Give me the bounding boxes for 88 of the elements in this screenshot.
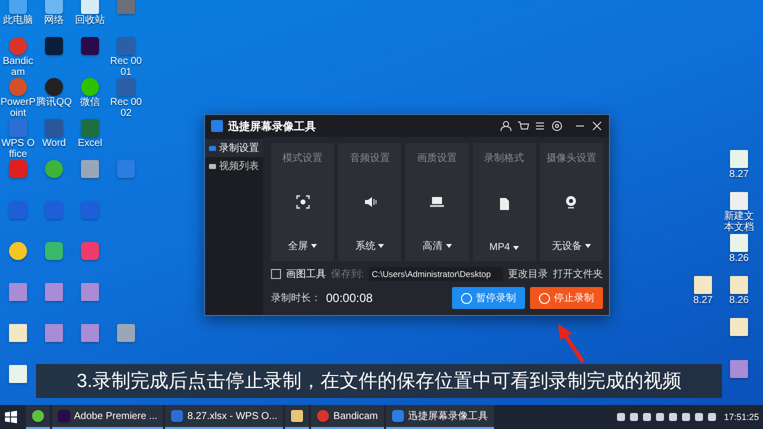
path-field[interactable]: C:\Users\Administrator\Desktop	[368, 267, 503, 281]
duration-label: 录制时长：	[271, 292, 321, 305]
file-icon[interactable]	[81, 283, 99, 301]
taskbar-item[interactable]	[26, 405, 50, 429]
sidebar-item[interactable]: 视频列表	[205, 157, 263, 175]
taskbar-item[interactable]: Adobe Premiere ...	[52, 405, 164, 429]
file-icon[interactable]	[730, 192, 748, 210]
icon-label[interactable]: 8.26	[721, 296, 757, 306]
open-folder-link[interactable]: 打开文件夹	[553, 267, 603, 281]
taskbar-item[interactable]	[285, 405, 310, 429]
icon-label[interactable]: 腾讯QQ	[36, 98, 72, 108]
icon-label[interactable]: 回收站	[72, 16, 108, 26]
setting-dropdown[interactable]: 系统	[355, 239, 384, 253]
file-icon[interactable]	[730, 276, 748, 294]
user-icon[interactable]	[500, 120, 512, 132]
icon-label[interactable]: Rec 0001	[108, 57, 144, 78]
caret-icon	[512, 246, 519, 250]
icon-label[interactable]: 8.27	[685, 296, 721, 306]
close-icon[interactable]	[591, 120, 603, 132]
icon-label[interactable]: 8.26	[721, 254, 757, 264]
icon-label[interactable]: 此电脑	[0, 16, 36, 26]
app-icon[interactable]	[32, 410, 44, 422]
app-icon[interactable]	[317, 410, 330, 422]
folder-icon[interactable]	[291, 410, 304, 422]
icon-label[interactable]: 新建文本文档	[721, 212, 757, 233]
file-icon[interactable]	[9, 283, 27, 301]
app-icon[interactable]	[392, 410, 404, 422]
file-icon[interactable]	[730, 234, 748, 252]
laptop-icon	[429, 194, 445, 210]
icon-label[interactable]: Bandicam	[0, 57, 36, 78]
checkbox-label: 画图工具	[286, 268, 326, 281]
duration-timer: 00:00:08	[326, 291, 373, 305]
menu-icon[interactable]	[534, 120, 546, 132]
icon-label[interactable]: Rec 0002	[108, 98, 144, 119]
caret-icon	[446, 244, 452, 248]
stop-button[interactable]: 停止录制	[530, 287, 603, 309]
setting-dropdown[interactable]: 全屏	[288, 239, 318, 253]
fullscreen-icon	[294, 194, 311, 210]
save-label: 保存到:	[331, 268, 364, 281]
setting-dropdown[interactable]: MP4	[489, 242, 519, 253]
setting-label: 模式设置	[282, 152, 323, 165]
file-icon[interactable]	[45, 324, 63, 342]
icon-label[interactable]: Excel	[72, 139, 108, 150]
setting-label: 音频设置	[350, 152, 390, 165]
file-icon[interactable]	[730, 318, 748, 336]
file-icon[interactable]	[81, 324, 99, 342]
app-icon[interactable]	[45, 78, 63, 96]
taskbar-item[interactable]: 迅捷屏幕录像工具	[386, 405, 494, 429]
setting-label: 摄像头设置	[546, 152, 596, 165]
icon-label[interactable]: PowerPoint	[0, 98, 36, 119]
change-folder-link[interactable]: 更改目录	[508, 267, 548, 281]
file-icon[interactable]	[9, 324, 27, 342]
caret-icon	[584, 244, 591, 248]
icon-label[interactable]: WPS Office	[0, 139, 36, 160]
setting-label: 画质设置	[417, 152, 457, 165]
video-caption: 3.录制完成后点击停止录制，在文件的保存位置中可看到录制完成的视频	[36, 364, 722, 398]
icon-label[interactable]: 微信	[72, 98, 108, 108]
setting-label: 录制格式	[484, 152, 524, 165]
taskbar-item[interactable]: 8.27.xlsx - WPS O...	[165, 405, 284, 429]
taskbar-item[interactable]: Bandicam	[311, 405, 384, 429]
icon-label[interactable]: Word	[36, 139, 72, 150]
setting-dropdown[interactable]: 高清	[422, 239, 452, 253]
cart-icon[interactable]	[517, 120, 529, 132]
app-icon[interactable]	[9, 242, 27, 260]
checkbox[interactable]	[271, 269, 281, 279]
start-icon[interactable]	[4, 410, 18, 424]
window-title: 迅捷屏幕录像工具	[228, 120, 317, 134]
photo-placeholder[interactable]	[117, 324, 135, 342]
file-icon[interactable]	[45, 283, 63, 301]
clock: 17:51:25	[724, 412, 759, 422]
setting-dropdown[interactable]: 无设备	[552, 239, 591, 253]
photo-placeholder[interactable]	[117, 0, 135, 14]
pointer-arrow	[558, 324, 585, 363]
file-icon[interactable]	[694, 276, 712, 294]
sidebar-item[interactable]: 录制设置	[205, 139, 263, 157]
photo-placeholder[interactable]	[81, 160, 99, 178]
system-tray-icons[interactable]	[616, 413, 716, 421]
app-icon[interactable]	[171, 410, 184, 422]
icon-label[interactable]: 8.27	[721, 170, 757, 180]
caret-icon	[311, 244, 318, 248]
pause-button[interactable]: 暂停录制	[452, 287, 525, 309]
file-icon[interactable]	[730, 360, 748, 378]
file-icon[interactable]	[730, 150, 748, 168]
settings-icon[interactable]	[551, 120, 563, 132]
file-icon[interactable]	[9, 365, 27, 383]
caret-icon	[378, 244, 384, 248]
app-logo-icon	[211, 120, 223, 132]
icon-label[interactable]: 网络	[36, 16, 72, 26]
